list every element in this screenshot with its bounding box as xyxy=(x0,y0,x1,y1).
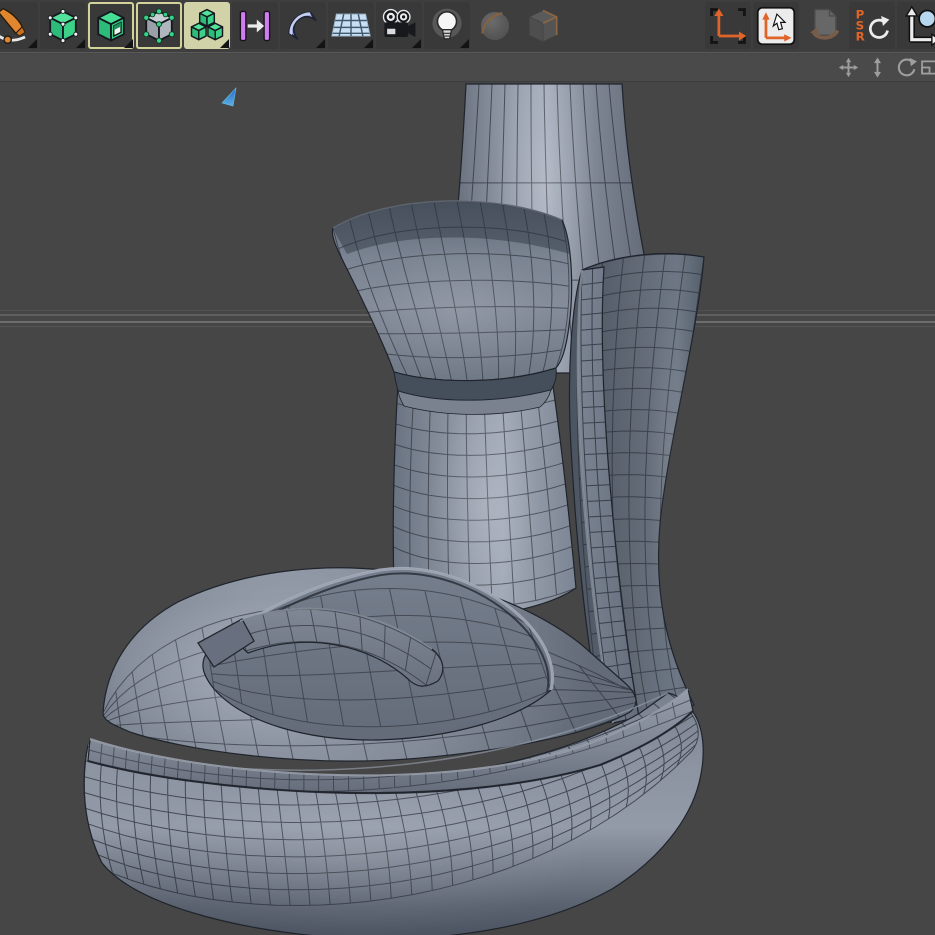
snap-settings-icon xyxy=(899,5,935,47)
tool-snap-settings[interactable] xyxy=(897,2,935,49)
tool-axis-mode[interactable] xyxy=(232,2,278,49)
tool-coordinate-system[interactable] xyxy=(705,2,751,49)
tool-camera-mode[interactable] xyxy=(376,2,422,49)
sphere-tool-icon xyxy=(474,5,516,47)
tool-paste-tool xyxy=(801,2,847,49)
viewport-zoom-icon[interactable] xyxy=(867,57,888,78)
main-toolbar xyxy=(0,0,935,53)
point-mode-icon xyxy=(138,5,180,47)
paste-tool-icon xyxy=(803,5,845,47)
tool-workplane-mode[interactable] xyxy=(328,2,374,49)
tool-workplane-coordinates[interactable] xyxy=(753,2,799,49)
viewport-pan-icon[interactable] xyxy=(838,57,859,78)
pen-spline-tool-icon xyxy=(0,5,36,47)
reset-psr-icon xyxy=(851,5,893,47)
model-mode-icon xyxy=(42,5,84,47)
viewport-canvas[interactable] xyxy=(0,83,935,935)
application-window xyxy=(0,0,935,935)
tool-reset-psr[interactable] xyxy=(849,2,895,49)
tool-sphere-tool xyxy=(472,2,518,49)
tool-model-mode[interactable] xyxy=(40,2,86,49)
cube-tool-icon xyxy=(522,5,564,47)
viewport-maximize-icon[interactable] xyxy=(919,57,935,78)
viewport-rotate-icon[interactable] xyxy=(896,57,917,78)
tool-cube-tool xyxy=(520,2,566,49)
polygon-mode-icon xyxy=(90,5,132,47)
coordinate-system-icon xyxy=(707,5,749,47)
falloff-tool-icon xyxy=(282,5,324,47)
tool-light-tool[interactable] xyxy=(424,2,470,49)
tool-object-mode[interactable] xyxy=(184,2,230,49)
workplane-coordinates-icon xyxy=(755,5,797,47)
tool-falloff-tool[interactable] xyxy=(280,2,326,49)
light-tool-icon xyxy=(426,5,468,47)
tool-point-mode[interactable] xyxy=(136,2,182,49)
tool-polygon-mode[interactable] xyxy=(88,2,134,49)
object-mode-icon xyxy=(186,5,228,47)
camera-mode-icon xyxy=(378,5,420,47)
viewport-header xyxy=(0,54,935,82)
viewport-panel xyxy=(0,83,935,935)
workplane-mode-icon xyxy=(330,5,372,47)
tool-pen-spline-tool[interactable] xyxy=(0,2,38,49)
axis-mode-icon xyxy=(234,5,276,47)
